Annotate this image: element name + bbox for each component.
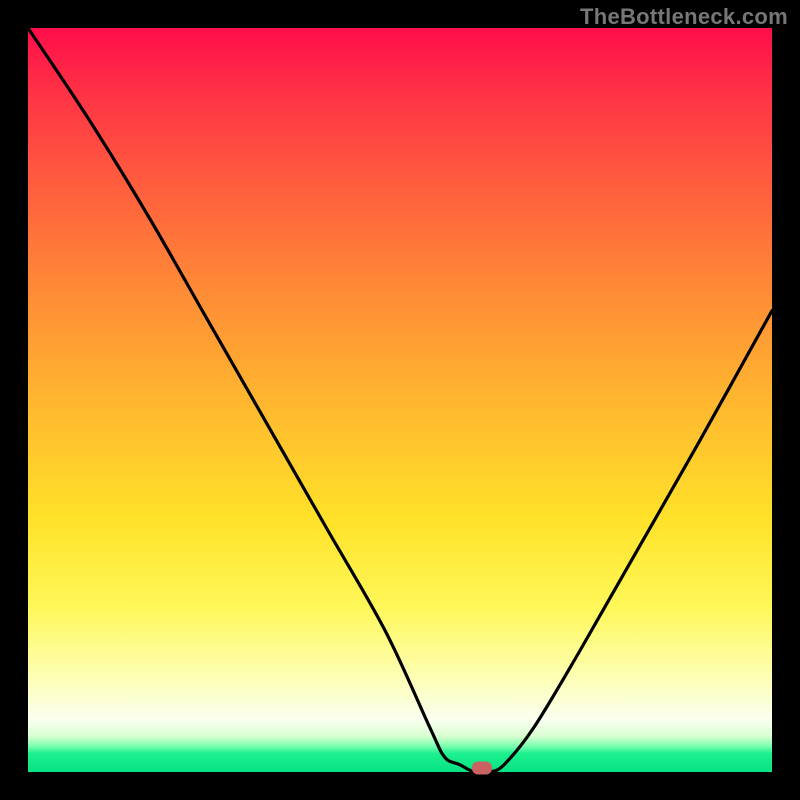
curve-path bbox=[28, 28, 772, 772]
bottleneck-curve bbox=[28, 28, 772, 772]
chart-frame: TheBottleneck.com bbox=[0, 0, 800, 800]
plot-area bbox=[28, 28, 772, 772]
minimum-marker bbox=[472, 762, 492, 775]
watermark-text: TheBottleneck.com bbox=[580, 4, 788, 30]
